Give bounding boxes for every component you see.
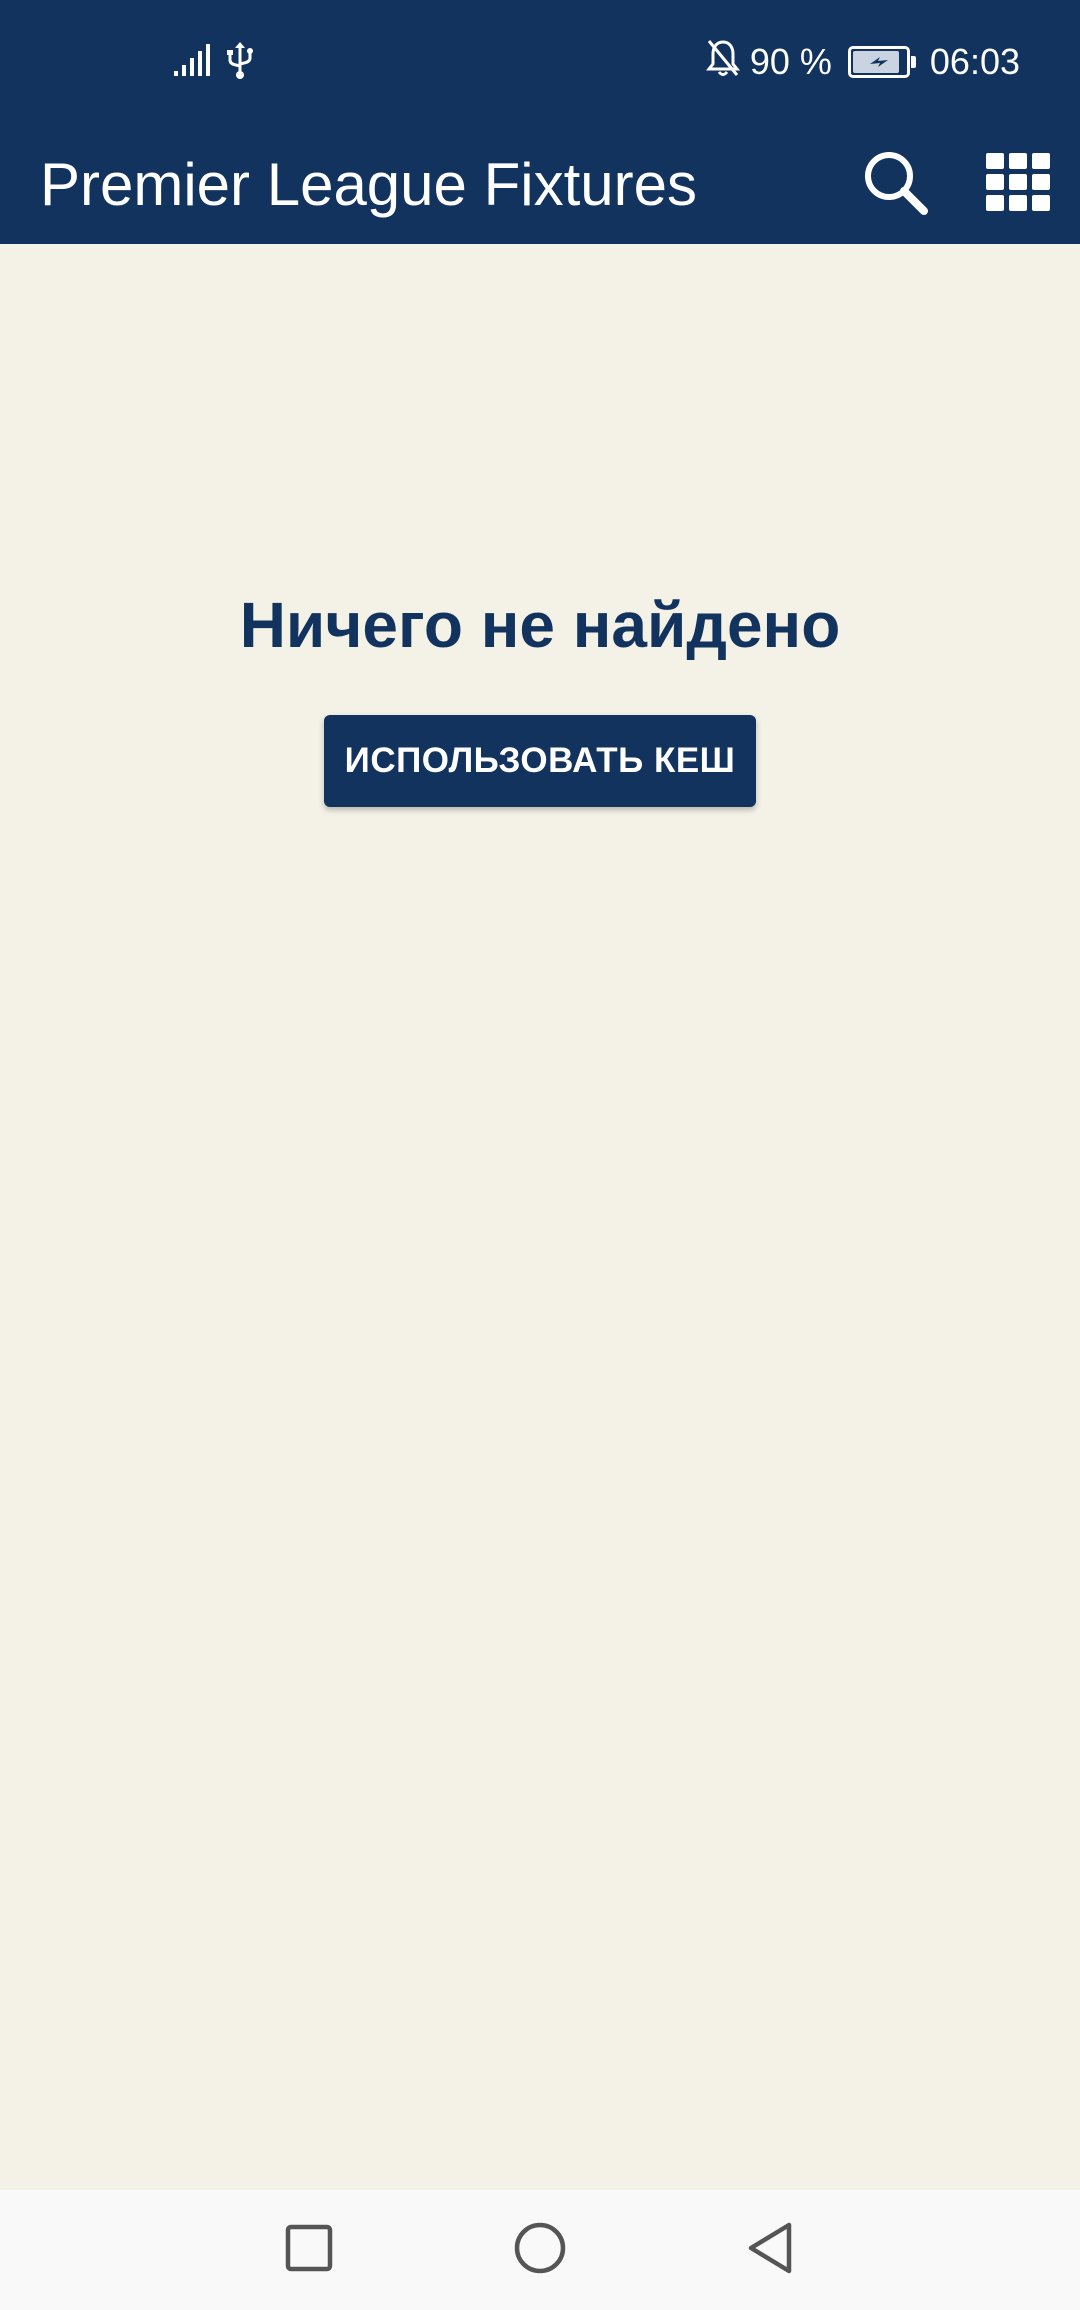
main-content: Ничего не найдено ИСПОЛЬЗОВАТЬ КЕШ — [0, 244, 1080, 2190]
battery-charging-icon — [847, 46, 916, 78]
app-title: Premier League Fixtures — [40, 151, 697, 218]
search-icon — [860, 147, 930, 222]
clock: 06:03 — [929, 41, 1020, 82]
status-left-group — [172, 40, 254, 84]
home-circle-icon — [513, 2221, 567, 2280]
grid-menu-button[interactable] — [970, 136, 1066, 232]
home-button[interactable] — [500, 2210, 580, 2290]
status-bar: 90 % 06:03 — [0, 0, 1080, 126]
back-button[interactable] — [730, 2210, 810, 2290]
system-nav-bar — [0, 2190, 1080, 2310]
usb-icon — [226, 40, 254, 85]
use-cache-button[interactable]: ИСПОЛЬЗОВАТЬ КЕШ — [324, 715, 756, 807]
empty-state-message: Ничего не найдено — [239, 589, 841, 661]
back-triangle-icon — [745, 2221, 795, 2280]
signal-icon — [172, 42, 212, 83]
recents-square-icon — [284, 2223, 334, 2278]
status-right-group: 90 % 06:03 — [705, 38, 1020, 87]
grid-menu-icon — [986, 152, 1050, 216]
recents-button[interactable] — [269, 2210, 349, 2290]
app-bar: Premier League Fixtures — [0, 126, 1080, 244]
search-button[interactable] — [847, 136, 943, 232]
battery-percent: 90 % — [749, 41, 832, 82]
notifications-off-icon — [705, 38, 740, 87]
